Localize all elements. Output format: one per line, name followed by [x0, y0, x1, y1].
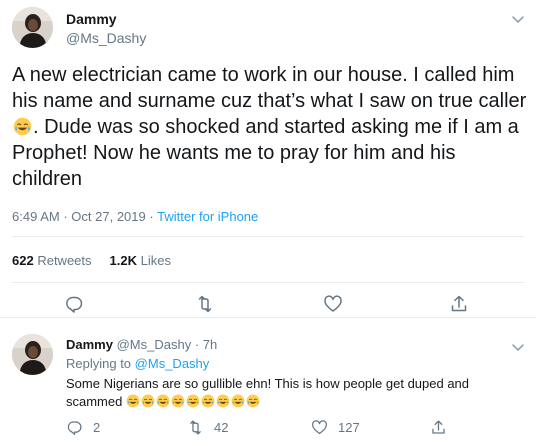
share-icon[interactable] [449, 294, 469, 314]
meta-separator: · [63, 209, 68, 224]
reply-retweet-button[interactable]: 42 [187, 418, 228, 436]
emoji-row [126, 394, 261, 409]
likes-stat[interactable]: 1.2K Likes [110, 253, 171, 268]
author-name[interactable]: Dammy [66, 11, 117, 27]
divider [12, 236, 524, 237]
chevron-down-icon[interactable] [511, 12, 525, 26]
face-with-tears-of-joy-emoji [126, 394, 140, 408]
retweet-count: 42 [214, 419, 229, 435]
engagement-stats: 622 Retweets 1.2K Likes [12, 253, 171, 268]
face-with-tears-of-joy-emoji [156, 394, 170, 408]
reply-share-button[interactable] [430, 418, 457, 436]
reply-icon [67, 420, 82, 435]
reply-icon[interactable] [64, 294, 84, 314]
retweet-icon[interactable] [195, 294, 215, 314]
replying-label: Replying to [66, 356, 132, 371]
avatar[interactable] [12, 7, 53, 48]
reply-author-handle[interactable]: @Ms_Dashy [117, 337, 192, 352]
reply-reply-button[interactable]: 2 [66, 418, 100, 436]
face-with-tears-of-joy-emoji [216, 394, 230, 408]
tweet-source[interactable]: Twitter for iPhone [157, 209, 258, 224]
likes-label: Likes [140, 253, 171, 268]
tweet-meta: 6:49 AM · Oct 27, 2019 · Twitter for iPh… [12, 209, 258, 224]
reply-like-button[interactable]: 127 [311, 418, 360, 436]
meta-separator: · [194, 337, 200, 352]
face-with-tears-of-joy-emoji [246, 394, 260, 408]
reply-author-name[interactable]: Dammy [66, 337, 113, 352]
retweets-count: 622 [12, 253, 34, 268]
meta-separator: · [149, 209, 154, 224]
heart-icon[interactable] [323, 294, 343, 314]
reply-header: Dammy @Ms_Dashy · 7h [66, 337, 217, 352]
replying-mention[interactable]: @Ms_Dashy [135, 356, 210, 371]
tweet-text-part2: . Dude was so shocked and started asking… [12, 116, 519, 190]
face-with-tears-of-joy-emoji [141, 394, 155, 408]
face-with-tears-of-joy-emoji [171, 394, 185, 408]
likes-count: 1.2K [109, 253, 137, 268]
like-count: 127 [338, 419, 360, 435]
retweets-label: Retweets [37, 253, 92, 268]
author-handle[interactable]: @Ms_Dashy [66, 30, 146, 46]
retweets-stat[interactable]: 622 Retweets [12, 253, 92, 268]
tweet-text: A new electrician came to work in our ho… [12, 62, 527, 192]
face-with-tears-of-joy-emoji [231, 394, 245, 408]
tweet-time[interactable]: 6:49 AM [12, 209, 60, 224]
face-with-tears-of-joy-emoji [201, 394, 215, 408]
heart-icon [312, 419, 327, 434]
reply-age[interactable]: 7h [203, 337, 217, 352]
replying-to: Replying to @Ms_Dashy [66, 356, 209, 371]
tweet-date[interactable]: Oct 27, 2019 [71, 209, 145, 224]
face-with-tears-of-joy-emoji [186, 394, 200, 408]
main-tweet: Dammy @Ms_Dashy A new electrician came t… [0, 0, 536, 318]
tweet-text-part1: A new electrician came to work in our ho… [12, 64, 527, 112]
retweet-icon [190, 419, 201, 435]
reply-count: 2 [93, 419, 101, 435]
divider [12, 282, 524, 283]
reply-text: Some Nigerians are so gullible ehn! This… [66, 375, 521, 411]
avatar[interactable] [12, 334, 53, 375]
share-icon [432, 419, 445, 434]
face-with-tears-of-joy-emoji [13, 117, 32, 136]
chevron-down-icon[interactable] [511, 340, 525, 354]
